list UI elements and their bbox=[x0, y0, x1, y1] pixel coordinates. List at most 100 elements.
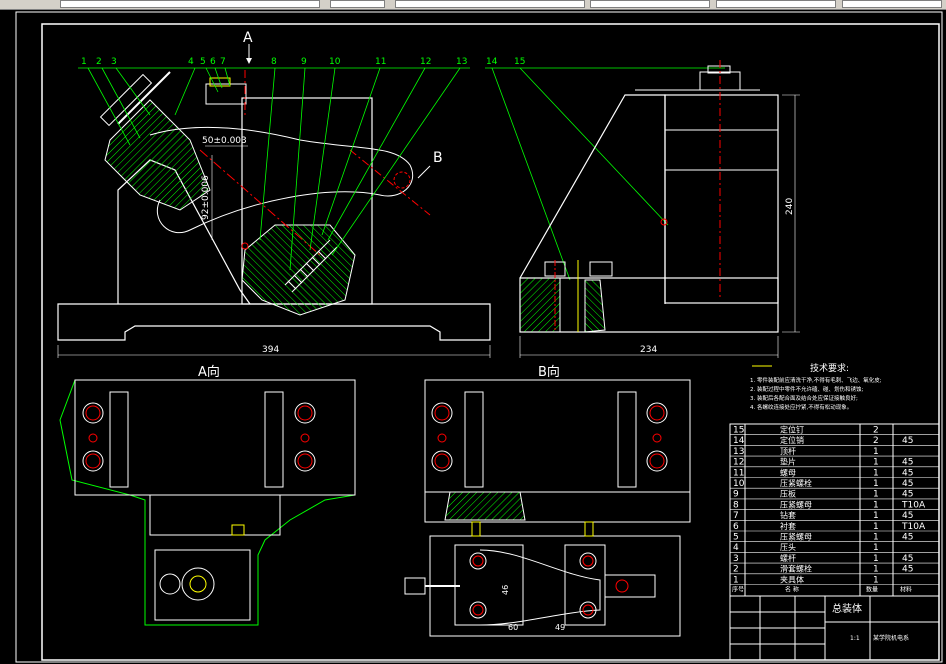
parts-row-material: 45 bbox=[902, 565, 913, 575]
parts-row-name: 压紧螺母 bbox=[780, 532, 812, 542]
view-b-title: B向 bbox=[538, 364, 560, 380]
parts-row-qty: 1 bbox=[873, 447, 879, 457]
balloon-12: 12 bbox=[420, 57, 431, 67]
title-scale: 1:1 bbox=[850, 635, 860, 642]
parts-row-material: 45 bbox=[902, 511, 913, 521]
view-a-pin-r bbox=[300, 433, 310, 443]
parts-row-no: 8 bbox=[733, 500, 739, 510]
parts-row-qty: 1 bbox=[873, 511, 879, 521]
balloon-11: 11 bbox=[375, 57, 386, 67]
parts-row-name: 压头 bbox=[780, 542, 796, 552]
parts-row-material: 45 bbox=[902, 458, 913, 468]
parts-row-name: 滑套螺栓 bbox=[780, 564, 812, 574]
parts-row-material: 45 bbox=[902, 533, 913, 543]
side-view: 240 234 bbox=[519, 60, 800, 358]
parts-row-qty: 2 bbox=[873, 426, 879, 436]
plotstyle-dropdown[interactable] bbox=[716, 0, 836, 8]
parts-row-name: 压紧螺母 bbox=[780, 499, 812, 509]
title-block: 总装体 某学院机电系 1:1 bbox=[729, 595, 940, 661]
parts-row-no: 6 bbox=[733, 522, 739, 532]
title-drawing-name: 总装体 bbox=[832, 602, 862, 615]
linetype-dropdown[interactable] bbox=[395, 0, 585, 8]
parts-row-qty: 1 bbox=[873, 500, 879, 510]
view-b-hatched-section bbox=[444, 491, 526, 521]
dim-lever-y: 92±0.006 bbox=[201, 175, 211, 220]
lineweight-dropdown[interactable] bbox=[590, 0, 710, 8]
parts-row-no: 7 bbox=[733, 511, 739, 521]
color-dropdown[interactable] bbox=[330, 0, 385, 8]
style-dropdown[interactable] bbox=[842, 0, 942, 8]
parts-row-no: 15 bbox=[733, 426, 744, 436]
parts-row-material: 45 bbox=[902, 468, 913, 478]
parts-row-no: 10 bbox=[733, 479, 745, 489]
view-a-clamp-bush bbox=[181, 567, 215, 601]
parts-row-qty: 1 bbox=[873, 575, 879, 585]
balloon-15: 15 bbox=[514, 57, 525, 67]
balloon-7: 7 bbox=[220, 57, 226, 67]
dim-b-46: 46 bbox=[501, 585, 510, 595]
parts-row-qty: 2 bbox=[873, 436, 879, 446]
dim-side-height: 240 bbox=[785, 198, 795, 215]
balloon-9: 9 bbox=[301, 57, 307, 67]
side-upright bbox=[519, 94, 666, 304]
balloon-10: 10 bbox=[329, 57, 341, 67]
parts-row-name: 顶杆 bbox=[780, 446, 796, 456]
layer-dropdown[interactable] bbox=[60, 0, 320, 8]
parts-row-qty: 1 bbox=[873, 468, 879, 478]
parts-row-material: 45 bbox=[902, 436, 913, 446]
parts-row-no: 5 bbox=[733, 533, 739, 543]
parts-row-name: 定位销 bbox=[780, 435, 804, 445]
parts-row-material: 45 bbox=[902, 554, 913, 564]
dim-b-60: 60 bbox=[508, 623, 518, 632]
cad-drawing-canvas[interactable]: 50±0.003 92±0.006 394 A B 1 2 3 4 5 6 7 … bbox=[0, 9, 946, 664]
front-drill-bush bbox=[205, 83, 247, 105]
parts-header-material: 材料 bbox=[900, 586, 912, 594]
parts-row-qty: 1 bbox=[873, 565, 879, 575]
dim-lever-x: 50±0.003 bbox=[202, 136, 247, 146]
parts-row-no: 2 bbox=[733, 565, 739, 575]
parts-row-no: 4 bbox=[733, 543, 739, 553]
parts-row-no: 3 bbox=[733, 554, 739, 564]
parts-row-name: 夹具体 bbox=[780, 574, 804, 584]
balloon-6: 6 bbox=[210, 57, 216, 67]
dim-front-width: 394 bbox=[262, 345, 279, 355]
balloon-8: 8 bbox=[271, 57, 277, 67]
parts-header-no: 序号 bbox=[732, 586, 744, 594]
parts-row-name: 螺母 bbox=[780, 467, 796, 477]
side-hatched-base bbox=[519, 277, 561, 333]
balloon-2: 2 bbox=[96, 57, 102, 67]
front-bottom-clamp-section bbox=[241, 224, 356, 316]
view-b: B向 46 60 49 bbox=[404, 364, 691, 637]
parts-row-name: 钻套 bbox=[780, 510, 796, 520]
parts-row-no: 1 bbox=[733, 575, 739, 585]
dim-b-49: 49 bbox=[555, 623, 565, 632]
balloon-5: 5 bbox=[200, 57, 206, 67]
parts-list: 15 定位钉 214 定位销 2 4513 顶杆 112 垫片 1 4511 螺母 1 4510 压紧螺栓 1… bbox=[729, 423, 940, 597]
view-a-arrow-label: A bbox=[243, 30, 253, 46]
balloon-labels: 1 2 3 4 5 6 7 8 9 10 11 12 13 14 15 bbox=[81, 57, 525, 67]
parts-row-qty: 1 bbox=[873, 490, 879, 500]
side-upright-block bbox=[664, 94, 779, 304]
parts-row-name: 螺杆 bbox=[780, 553, 796, 563]
parts-row-name: 压紧螺栓 bbox=[780, 478, 812, 488]
parts-row-qty: 1 bbox=[873, 522, 879, 532]
parts-row-material: 45 bbox=[902, 479, 913, 489]
parts-row-qty: 1 bbox=[873, 479, 879, 489]
parts-row-material: T10A bbox=[901, 522, 926, 532]
parts-row-qty: 1 bbox=[873, 533, 879, 543]
parts-row-material: 45 bbox=[902, 490, 913, 500]
parts-row-qty: 1 bbox=[873, 554, 879, 564]
parts-header-qty: 数量 bbox=[866, 586, 878, 594]
parts-header-name: 名 称 bbox=[785, 586, 799, 594]
parts-row-no: 13 bbox=[733, 447, 744, 457]
parts-row-no: 11 bbox=[733, 468, 744, 478]
parts-row-material: T10A bbox=[901, 500, 926, 510]
parts-row-qty: 1 bbox=[873, 458, 879, 468]
view-a-title: A向 bbox=[198, 364, 220, 380]
tech-req-line-2: 2. 装配过程中零件不允许磕、碰、划伤和锈蚀; bbox=[750, 385, 863, 393]
parts-row-qty: 1 bbox=[873, 543, 879, 553]
tech-req-line-3: 3. 装配后各配合面及结合处应保证接触良好; bbox=[750, 394, 858, 402]
tech-requirements: 技术要求: 1. 零件装配前应清洗干净,不得有毛刺、飞边、氧化皮; 2. 装配过… bbox=[750, 362, 882, 411]
view-a-pin-l bbox=[88, 433, 98, 443]
tech-req-title: 技术要求: bbox=[810, 362, 849, 374]
